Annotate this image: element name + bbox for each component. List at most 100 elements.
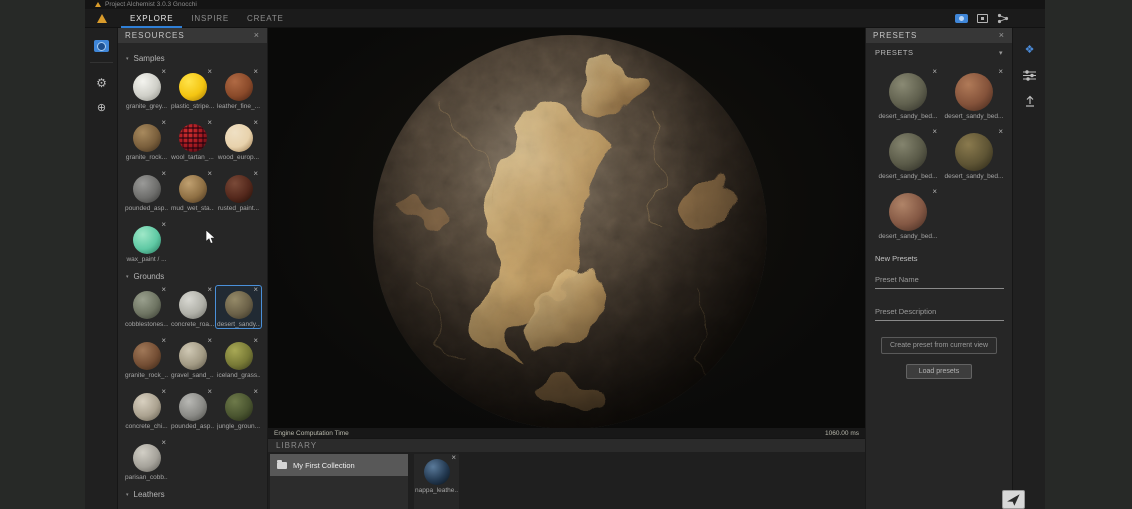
material-thumbnail[interactable]: × nappa_leathe... — [414, 454, 459, 509]
material-thumbnail[interactable]: ×desert_sandy_bed... — [942, 128, 1006, 180]
section-header-leathers[interactable]: ▾Leathers — [126, 490, 259, 499]
section-header-samples[interactable]: ▾Samples — [126, 54, 259, 63]
remove-icon[interactable]: × — [253, 68, 258, 76]
remove-icon[interactable]: × — [253, 119, 258, 127]
remove-icon[interactable]: × — [207, 388, 212, 396]
material-label: jungle_groun... — [217, 423, 260, 430]
tab-inspire[interactable]: INSPIRE — [182, 9, 238, 28]
remove-icon[interactable]: × — [161, 337, 166, 345]
remove-icon[interactable]: × — [207, 170, 212, 178]
material-sphere — [179, 342, 207, 370]
remove-icon[interactable]: × — [161, 170, 166, 178]
paper-plane-button[interactable] — [1002, 490, 1025, 509]
parameters-button[interactable] — [1013, 62, 1046, 88]
presets-grid: ×desert_sandy_bed...×desert_sandy_bed...… — [876, 68, 1012, 240]
material-thumbnail[interactable]: ×pounded_asp... — [124, 170, 169, 212]
material-thumbnail[interactable]: ×concrete_chi... — [124, 388, 169, 430]
material-preview-sphere[interactable] — [268, 28, 865, 428]
preset-description-input[interactable] — [875, 305, 1004, 321]
material-sphere — [225, 393, 253, 421]
materials-view-button[interactable] — [85, 28, 118, 52]
material-sphere — [133, 73, 161, 101]
material-thumbnail[interactable]: ×granite_grey... — [124, 68, 169, 110]
material-thumbnail[interactable]: × leather_fine_... — [216, 68, 261, 110]
material-thumbnail[interactable]: ×desert_sandy_bed... — [876, 128, 940, 180]
material-thumbnail[interactable]: ×wood_europ... — [216, 119, 261, 161]
tab-create[interactable]: CREATE — [238, 9, 293, 28]
remove-icon[interactable]: × — [253, 337, 258, 345]
help-button[interactable]: ⊕ — [85, 95, 118, 119]
close-icon[interactable]: × — [254, 31, 260, 40]
material-sphere — [955, 133, 993, 171]
tab-explore[interactable]: EXPLORE — [121, 9, 182, 28]
remove-icon[interactable]: × — [253, 388, 258, 396]
material-sphere — [133, 342, 161, 370]
material-thumbnail[interactable]: × plastic_stripe... — [170, 68, 215, 110]
material-thumbnail[interactable]: × cobblestones... — [124, 286, 169, 328]
material-thumbnail[interactable]: ×desert_sandy_bed... — [876, 68, 940, 120]
material-thumbnail[interactable]: ×desert_sandy... — [216, 286, 261, 328]
camera-icon[interactable] — [955, 14, 968, 23]
remove-icon[interactable]: × — [207, 119, 212, 127]
material-thumbnail[interactable]: ×gravel_sand_... — [170, 337, 215, 379]
material-label: cobblestones... — [125, 321, 168, 328]
collection-item[interactable]: My First Collection — [270, 454, 408, 476]
create-preset-button[interactable]: Create preset from current view — [881, 337, 997, 354]
remove-icon[interactable]: × — [161, 439, 166, 447]
remove-icon[interactable]: × — [207, 286, 212, 294]
material-label: leather_fine_... — [217, 103, 260, 110]
settings-button[interactable]: ⚙ — [85, 71, 118, 95]
material-label: concrete_roa... — [171, 321, 214, 328]
load-presets-button[interactable]: Load presets — [906, 364, 972, 379]
share-icon[interactable] — [997, 13, 1009, 24]
material-sphere — [225, 291, 253, 319]
presets-dropdown[interactable]: PRESETS ▾ — [866, 43, 1012, 62]
material-label: nappa_leathe... — [415, 487, 458, 494]
material-thumbnail[interactable]: × granite_rock... — [124, 119, 169, 161]
material-thumbnail[interactable]: ×wax_paint / ... — [124, 221, 169, 263]
remove-icon[interactable]: × — [253, 170, 258, 178]
remove-icon[interactable]: × — [998, 68, 1003, 76]
remove-icon[interactable]: × — [161, 221, 166, 229]
engine-time-label: Engine Computation Time — [274, 430, 349, 437]
app-logo-icon — [95, 2, 101, 7]
remove-icon[interactable]: × — [451, 454, 456, 462]
material-thumbnail[interactable]: ×desert_sandy_bed... — [876, 188, 940, 240]
remove-icon[interactable]: × — [932, 68, 937, 76]
remove-icon[interactable]: × — [932, 128, 937, 136]
remove-icon[interactable]: × — [932, 188, 937, 196]
material-thumbnail[interactable]: ×iceland_grass... — [216, 337, 261, 379]
material-thumbnail[interactable]: × mud_wet_sta... — [170, 170, 215, 212]
material-thumbnail[interactable]: ×pounded_asp... — [170, 388, 215, 430]
material-thumbnail[interactable]: ×wool_tartan_... — [170, 119, 215, 161]
close-icon[interactable]: × — [999, 31, 1005, 40]
material-label: granite_rock... — [125, 154, 168, 161]
remove-icon[interactable]: × — [161, 286, 166, 294]
export-button[interactable] — [1013, 88, 1046, 114]
presets-panel-header: PRESETS × — [866, 28, 1012, 43]
display-icon[interactable] — [977, 14, 988, 23]
material-label: mud_wet_sta... — [171, 205, 214, 212]
material-thumbnail[interactable]: ×rusted_paint... — [216, 170, 261, 212]
library-panel: LIBRARY My First Collection ×nappa_leath… — [268, 438, 865, 509]
material-thumbnail[interactable]: ×granite_rock_... — [124, 337, 169, 379]
remove-icon[interactable]: × — [207, 337, 212, 345]
material-sphere — [133, 226, 161, 254]
remove-icon[interactable]: × — [161, 388, 166, 396]
preset-name-input[interactable] — [875, 273, 1004, 289]
chevron-down-icon: ▾ — [999, 49, 1003, 57]
remove-icon[interactable]: × — [207, 68, 212, 76]
material-thumbnail[interactable]: × jungle_groun... — [216, 388, 261, 430]
section-header-grounds[interactable]: ▾Grounds — [126, 272, 259, 281]
remove-icon[interactable]: × — [253, 286, 258, 294]
remove-icon[interactable]: × — [161, 68, 166, 76]
viewport-3d[interactable] — [268, 28, 865, 428]
material-thumbnail[interactable]: ×desert_sandy_bed... — [942, 68, 1006, 120]
remove-icon[interactable]: × — [998, 128, 1003, 136]
remove-icon[interactable]: × — [161, 119, 166, 127]
material-thumbnail[interactable]: ×parisan_cobb... — [124, 439, 169, 481]
presets-toggle-button[interactable]: ❖ — [1013, 36, 1046, 62]
material-thumbnail[interactable]: × concrete_roa... — [170, 286, 215, 328]
material-sphere — [179, 73, 207, 101]
material-label: plastic_stripe... — [171, 103, 214, 110]
